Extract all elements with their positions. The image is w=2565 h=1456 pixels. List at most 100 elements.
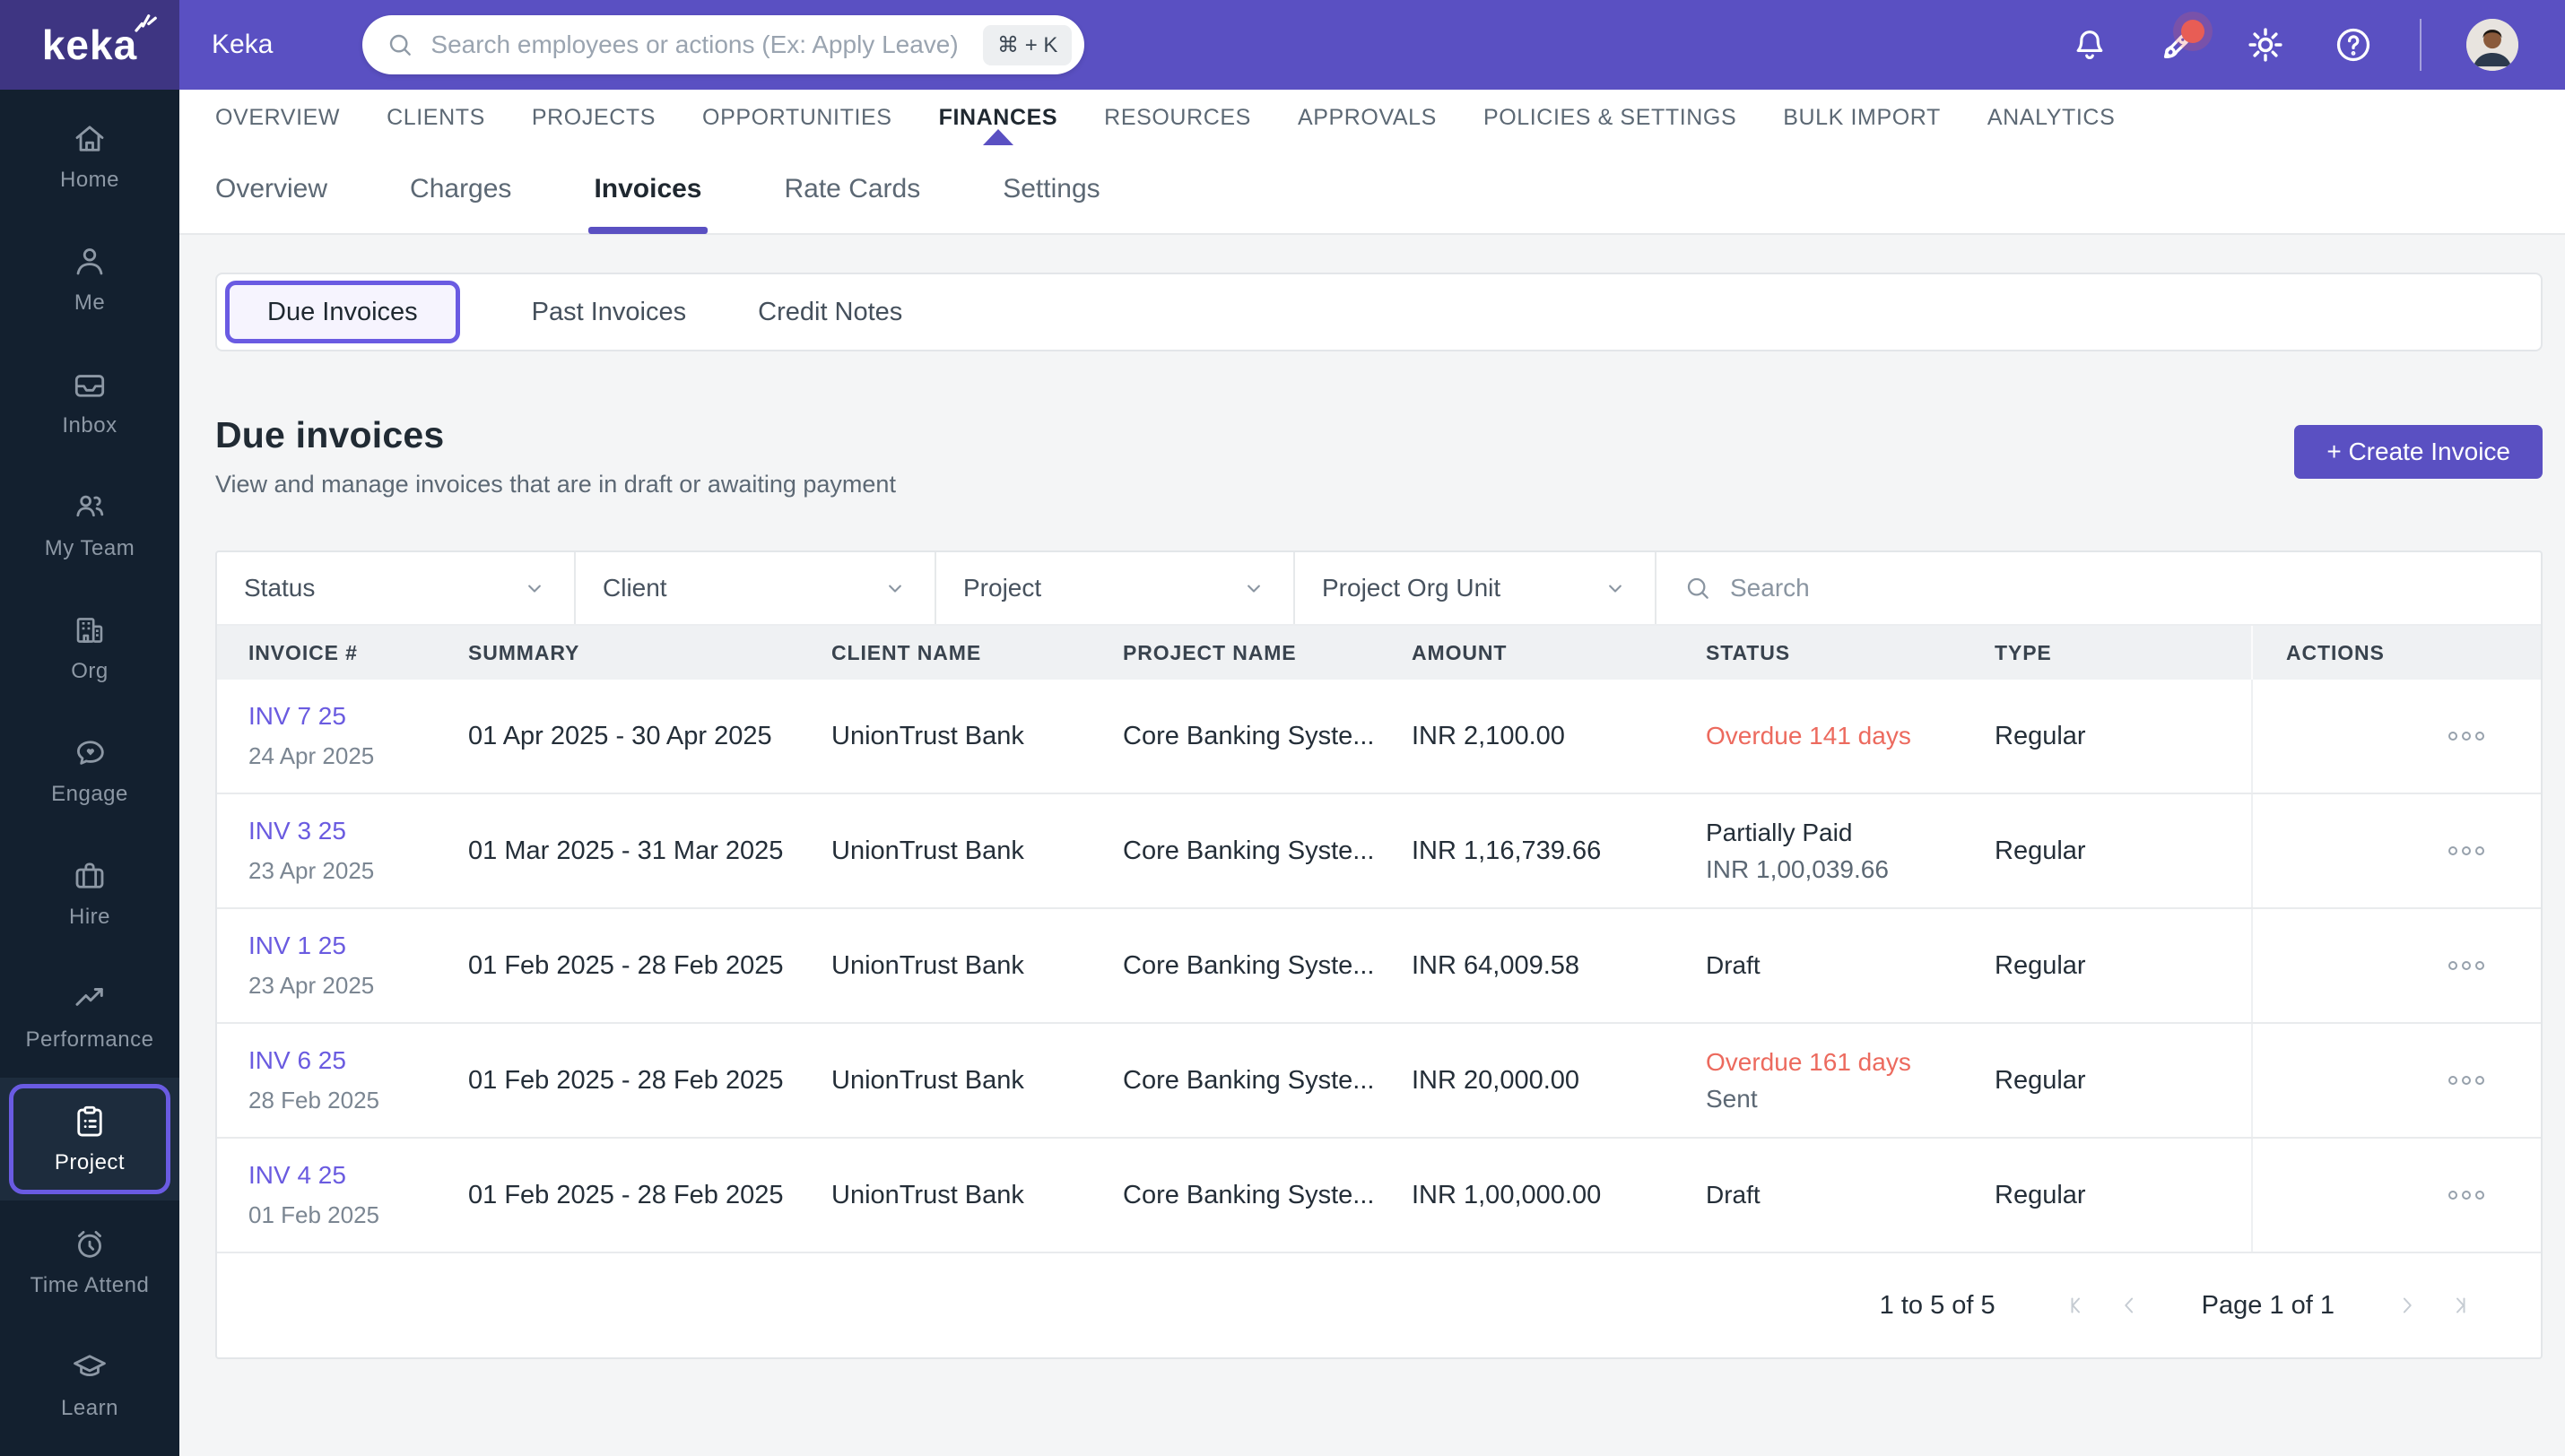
col-status: STATUS: [1706, 640, 1790, 664]
table-row: INV 1 25 23 Apr 2025 01 Feb 2025 - 28 Fe…: [217, 909, 2541, 1024]
table-search[interactable]: [1656, 552, 2541, 624]
sidebar-item-project[interactable]: Project: [0, 1078, 179, 1200]
person-icon: [76, 248, 103, 275]
topbar-actions: [2068, 19, 2518, 71]
tab-finances[interactable]: FINANCES: [939, 90, 1058, 145]
keka-logo[interactable]: keka: [0, 0, 179, 90]
client-filter[interactable]: Client: [576, 552, 936, 624]
page-count: Page 1 of 1: [2201, 1290, 2335, 1320]
sidebar-item-org[interactable]: Org: [0, 586, 179, 709]
tab-opportunities[interactable]: OPPORTUNITIES: [702, 90, 892, 145]
tab-credit-notes[interactable]: Credit Notes: [758, 298, 902, 327]
notification-dot: [2181, 20, 2204, 43]
row-actions-button[interactable]: [2443, 1067, 2490, 1094]
tab-overview[interactable]: OVERVIEW: [215, 90, 340, 145]
building-icon: [76, 618, 103, 643]
tab-policies-settings[interactable]: POLICIES & SETTINGS: [1483, 90, 1736, 145]
sidebar-item-label: Engage: [51, 782, 128, 806]
sidebar-item-performance[interactable]: Performance: [0, 955, 179, 1078]
invoice-link[interactable]: INV 6 25: [248, 1046, 450, 1075]
project-filter[interactable]: Project: [936, 552, 1295, 624]
subtab-invoices[interactable]: Invoices: [588, 144, 708, 234]
sidebar-item-home[interactable]: Home: [0, 95, 179, 218]
command-shortcut: ⌘ + K: [983, 24, 1073, 65]
tab-clients[interactable]: CLIENTS: [387, 90, 485, 145]
invoice-link[interactable]: INV 7 25: [248, 702, 450, 731]
tab-approvals[interactable]: APPROVALS: [1298, 90, 1437, 145]
type-cell: Regular: [1995, 950, 2086, 980]
sidebar-item-label: Home: [59, 168, 120, 192]
settings-button[interactable]: [2244, 23, 2287, 66]
invoice-date: 24 Apr 2025: [248, 742, 375, 769]
col-client: CLIENT NAME: [831, 640, 982, 664]
row-actions-button[interactable]: [2443, 837, 2490, 864]
invoice-link[interactable]: INV 4 25: [248, 1161, 450, 1190]
tab-past-invoices[interactable]: Past Invoices: [532, 298, 686, 327]
project-cell: Core Banking Syste...: [1123, 1180, 1375, 1209]
create-invoice-button[interactable]: + Create Invoice: [2294, 425, 2543, 479]
sidebar-item-learn[interactable]: Learn: [0, 1323, 179, 1446]
app-title: Keka: [212, 30, 274, 59]
global-search-input[interactable]: [430, 30, 984, 59]
sidebar-item-label: Learn: [61, 1396, 118, 1420]
help-button[interactable]: [2332, 23, 2375, 66]
notifications-button[interactable]: [2068, 23, 2111, 66]
invoice-link[interactable]: INV 3 25: [248, 817, 450, 845]
project-cell: Core Banking Syste...: [1123, 950, 1375, 980]
invoice-date: 28 Feb 2025: [248, 1087, 380, 1114]
bell-icon: [2076, 30, 2103, 59]
inbox-icon: [74, 375, 105, 397]
subtab-charges[interactable]: Charges: [410, 144, 511, 234]
search-icon: [390, 34, 412, 56]
search-icon: [1687, 577, 1709, 599]
tab-due-invoices[interactable]: Due Invoices: [225, 281, 460, 343]
table-row: INV 3 25 23 Apr 2025 01 Mar 2025 - 31 Ma…: [217, 794, 2541, 909]
invoice-link[interactable]: INV 1 25: [248, 932, 450, 960]
type-cell: Regular: [1995, 1065, 2086, 1095]
help-icon: [2336, 28, 2370, 62]
chevron-left-icon: [2124, 1297, 2133, 1313]
sidebar-item-inbox[interactable]: Inbox: [0, 341, 179, 464]
row-actions-button[interactable]: [2443, 1182, 2490, 1209]
global-search[interactable]: ⌘ + K: [362, 15, 1085, 74]
topbar-divider: [2420, 19, 2422, 71]
tab-projects[interactable]: PROJECTS: [532, 90, 656, 145]
invoice-date: 23 Apr 2025: [248, 857, 375, 884]
invoice-tabs-card: Due Invoices Past Invoices Credit Notes: [215, 273, 2543, 351]
avatar[interactable]: [2466, 19, 2518, 71]
logo-spark-icon: [135, 14, 158, 32]
project-cell: Core Banking Syste...: [1123, 836, 1375, 865]
prev-page-button[interactable]: [2116, 1292, 2143, 1319]
invoice-date: 01 Feb 2025: [248, 1201, 380, 1228]
org-unit-filter[interactable]: Project Org Unit: [1295, 552, 1656, 624]
tab-bulk-import[interactable]: BULK IMPORT: [1783, 90, 1941, 145]
sidebar-item-time-attend[interactable]: Time Attend: [0, 1200, 179, 1323]
sidebar-item-my-team[interactable]: My Team: [0, 464, 179, 586]
status-text: Overdue 141 days: [1706, 722, 1911, 750]
subtab-overview[interactable]: Overview: [215, 144, 327, 234]
tab-resources[interactable]: RESOURCES: [1104, 90, 1251, 145]
sidebar-item-hire[interactable]: Hire: [0, 832, 179, 955]
status-filter[interactable]: Status: [217, 552, 576, 624]
keka-logo-text: keka: [41, 22, 138, 68]
sidebar-item-label: Project: [54, 1150, 126, 1174]
subtab-settings[interactable]: Settings: [1003, 144, 1100, 234]
sidebar-item-engage[interactable]: Engage: [0, 709, 179, 832]
status-text: Partially Paid: [1706, 818, 1853, 846]
first-page-button[interactable]: [2065, 1292, 2092, 1319]
summary-cell: 01 Feb 2025 - 28 Feb 2025: [468, 1065, 784, 1095]
sidebar-item-me[interactable]: Me: [0, 218, 179, 341]
chevron-right-icon: [2403, 1297, 2412, 1313]
col-actions: ACTIONS: [2251, 626, 2541, 680]
table-search-input[interactable]: [1730, 574, 2514, 602]
sidebar-item-label: Inbox: [62, 413, 117, 438]
last-page-button[interactable]: [2444, 1292, 2471, 1319]
whats-new-button[interactable]: [2156, 20, 2204, 66]
subtab-rate-cards[interactable]: Rate Cards: [785, 144, 921, 234]
row-actions-button[interactable]: [2443, 952, 2490, 979]
next-page-button[interactable]: [2394, 1292, 2421, 1319]
row-actions-button[interactable]: [2443, 723, 2490, 750]
filter-bar: Status Client Project Project Org Unit: [217, 552, 2541, 626]
tab-analytics[interactable]: ANALYTICS: [1987, 90, 2115, 145]
client-cell: UnionTrust Bank: [831, 836, 1024, 865]
